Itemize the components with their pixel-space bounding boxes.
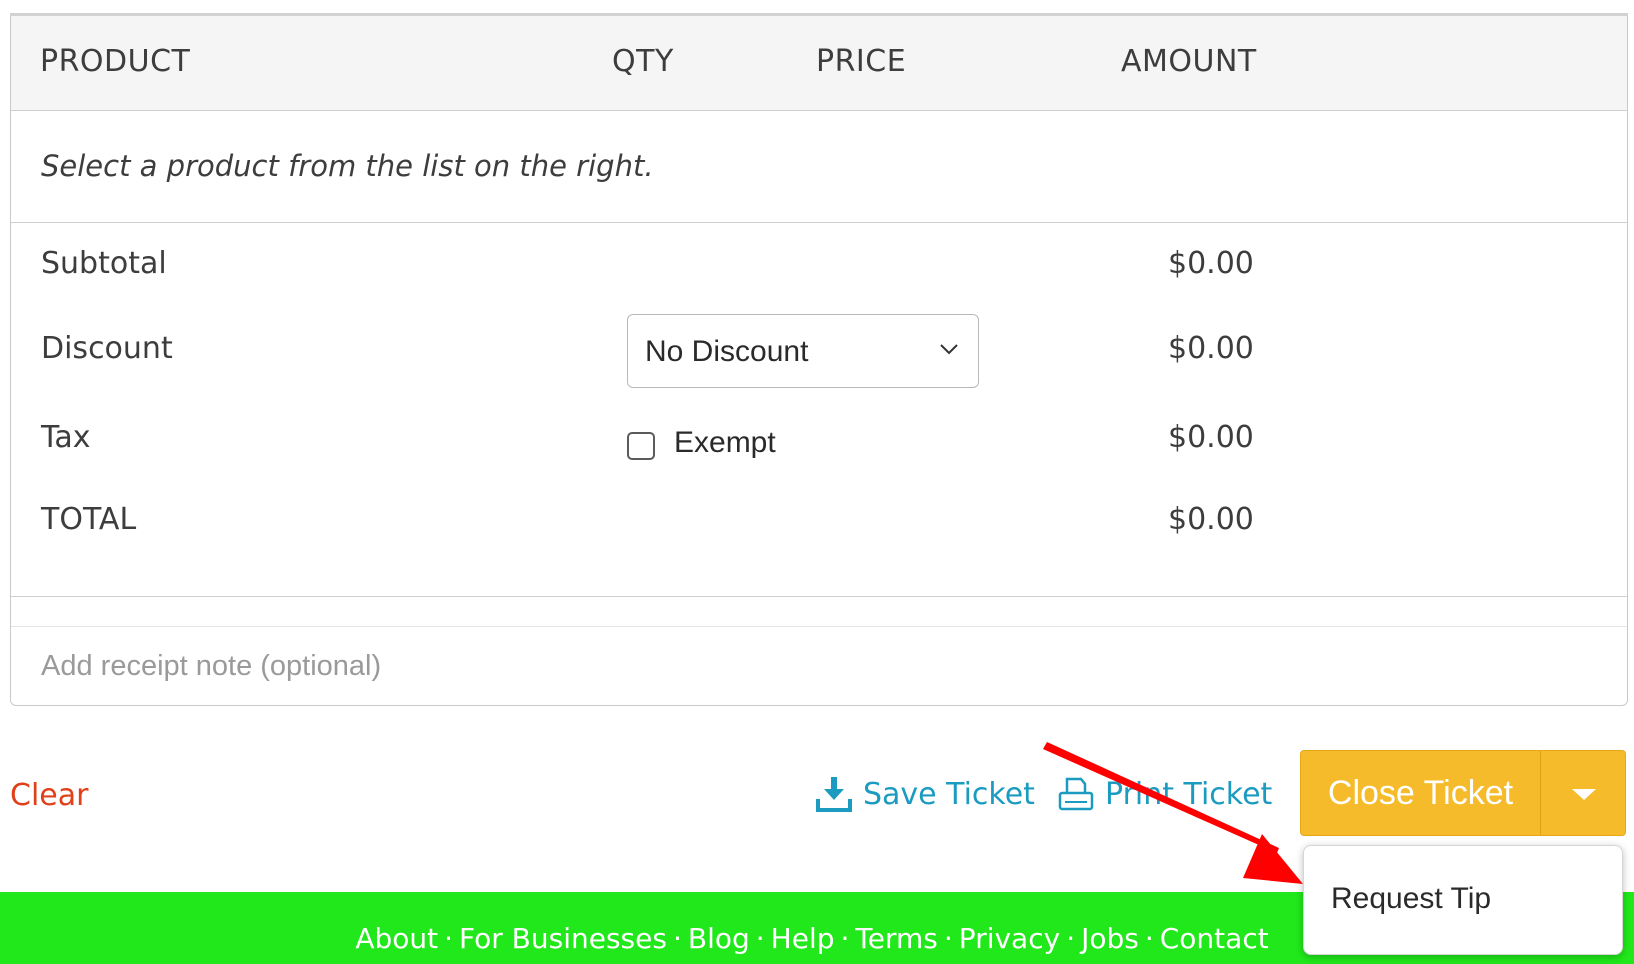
footer-separator: · [444, 922, 454, 955]
clear-button[interactable]: Clear [10, 778, 88, 813]
footer-separator: · [1066, 922, 1076, 955]
discount-amount: $0.00 [1168, 331, 1254, 366]
footer-link-terms[interactable]: Terms [855, 922, 937, 955]
footer-link-for-businesses[interactable]: For Businesses [459, 922, 667, 955]
footer-link-privacy[interactable]: Privacy [959, 922, 1060, 955]
receipt-note-input[interactable] [11, 627, 1627, 706]
print-ticket-button[interactable]: Print Ticket [1057, 772, 1272, 816]
footer-separator: · [943, 922, 953, 955]
caret-down-icon [1572, 789, 1596, 800]
column-header-price: PRICE [816, 44, 907, 79]
close-ticket-split-button: Close Ticket [1300, 750, 1626, 836]
printer-icon [1058, 777, 1094, 811]
subtotal-amount: $0.00 [1168, 246, 1254, 281]
totals-divider [11, 596, 1627, 597]
footer-separator: · [755, 922, 765, 955]
footer-separator: · [1144, 922, 1154, 955]
tax-label: Tax [41, 420, 91, 455]
chevron-down-icon [940, 344, 958, 355]
discount-label: Discount [41, 331, 173, 366]
close-ticket-dropdown-menu: Request Tip [1303, 845, 1623, 955]
discount-selected-value: No Discount [645, 335, 809, 368]
footer-link-help[interactable]: Help [771, 922, 835, 955]
column-header-product: PRODUCT [40, 44, 191, 79]
total-label: TOTAL [41, 502, 137, 537]
discount-select[interactable]: No Discount [627, 314, 979, 388]
tax-amount: $0.00 [1168, 420, 1254, 455]
tax-exempt-checkbox[interactable] [627, 432, 655, 460]
footer-link-jobs[interactable]: Jobs [1081, 922, 1139, 955]
tax-exempt-label[interactable]: Exempt [674, 426, 776, 460]
empty-products-row: Select a product from the list on the ri… [11, 111, 1627, 223]
column-header-amount: AMOUNT [1121, 44, 1257, 79]
close-ticket-button[interactable]: Close Ticket [1301, 751, 1540, 835]
total-amount: $0.00 [1168, 502, 1254, 537]
footer-separator: · [672, 922, 682, 955]
column-header-qty: QTY [612, 44, 674, 79]
subtotal-label: Subtotal [41, 246, 167, 281]
menu-item-request-tip[interactable]: Request Tip [1331, 882, 1491, 916]
footer-separator: · [840, 922, 850, 955]
save-ticket-button[interactable]: Save Ticket [815, 772, 1035, 816]
close-ticket-menu-toggle[interactable] [1541, 751, 1627, 835]
save-ticket-label: Save Ticket [863, 776, 1035, 812]
footer-link-about[interactable]: About [355, 922, 438, 955]
footer-link-contact[interactable]: Contact [1160, 922, 1269, 955]
empty-products-message: Select a product from the list on the ri… [41, 149, 654, 183]
footer-link-blog[interactable]: Blog [688, 922, 750, 955]
receipt-note-area [11, 626, 1627, 706]
download-tray-icon [816, 777, 852, 812]
table-header: PRODUCT QTY PRICE AMOUNT [11, 16, 1627, 111]
print-ticket-label: Print Ticket [1105, 776, 1273, 812]
